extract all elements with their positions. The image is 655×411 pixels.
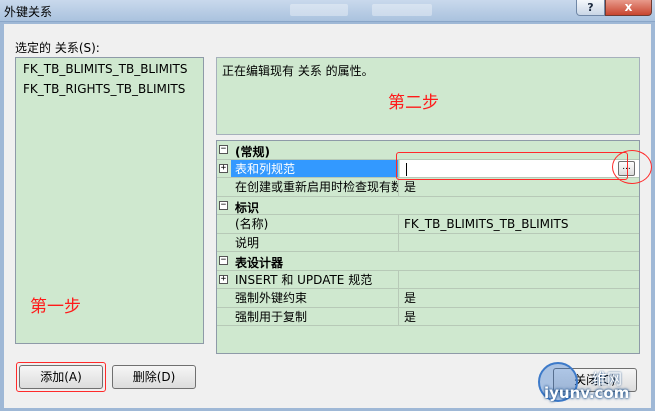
step2-annotation: 第二步 — [388, 93, 439, 113]
title-bar: 外键关系 ? x — [0, 0, 655, 22]
property-value[interactable]: FK_TB_BLIMITS_TB_BLIMITS — [400, 215, 639, 233]
add-button[interactable]: 添加(A) — [19, 365, 103, 389]
title-bar-background-tab — [372, 4, 432, 16]
category-label: (常规) — [235, 145, 270, 159]
property-value[interactable]: 是 — [400, 289, 639, 307]
property-name: 表和列规范 — [231, 159, 399, 177]
collapse-icon[interactable]: − — [219, 200, 228, 210]
property-value[interactable]: 是 — [400, 308, 639, 326]
property-name: (名称) — [231, 215, 399, 233]
foreign-key-dialog: 选定的 关系(S): FK_TB_BLIMITS_TB_BLIMITS FK_T… — [4, 24, 651, 408]
list-item[interactable]: FK_TB_BLIMITS_TB_BLIMITS — [16, 60, 203, 78]
category-label: 表设计器 — [235, 256, 284, 270]
property-value[interactable] — [400, 271, 639, 289]
property-row-enforce-fk[interactable]: 强制外键约束 是 — [217, 289, 639, 308]
property-name: 强制外键约束 — [231, 289, 399, 307]
step1-annotation: 第一步 — [30, 297, 81, 317]
property-row-check-existing[interactable]: 在创建或重新启用时检查现有数 是 — [217, 178, 639, 197]
expand-icon[interactable]: + — [219, 163, 228, 173]
window-close-button[interactable]: x — [605, 0, 652, 16]
selected-relations-label: 选定的 关系(S): — [15, 41, 100, 55]
property-name: 说明 — [231, 233, 399, 251]
category-table-designer[interactable]: − 表设计器 — [217, 252, 639, 271]
list-item[interactable]: FK_TB_RIGHTS_TB_BLIMITS — [16, 80, 203, 98]
property-name: 强制用于复制 — [231, 307, 399, 325]
category-identity[interactable]: − 标识 — [217, 197, 639, 215]
property-name: INSERT 和 UPDATE 规范 — [231, 270, 399, 288]
property-row-enforce-replication[interactable]: 强制用于复制 是 — [217, 307, 639, 326]
category-label: 标识 — [235, 200, 260, 215]
property-value[interactable] — [400, 234, 639, 252]
property-row-description[interactable]: 说明 — [217, 233, 639, 252]
title-bar-background-tab — [290, 4, 348, 16]
collapse-icon[interactable]: − — [219, 256, 228, 265]
property-row-insert-update[interactable]: + INSERT 和 UPDATE 规范 — [217, 270, 639, 289]
window-title: 外键关系 — [4, 5, 53, 19]
collapse-icon[interactable]: − — [219, 145, 228, 154]
property-value[interactable]: 是 — [400, 178, 639, 196]
property-row-name[interactable]: (名称) FK_TB_BLIMITS_TB_BLIMITS — [217, 215, 639, 234]
highlight-circle — [612, 150, 652, 184]
close-button[interactable]: 关闭(C) — [553, 368, 637, 392]
help-button[interactable]: ? — [576, 0, 605, 16]
property-name: 在创建或重新启用时检查现有数 — [231, 178, 399, 196]
highlight-rectangle — [396, 152, 628, 180]
expand-icon[interactable]: + — [219, 274, 228, 284]
delete-button[interactable]: 删除(D) — [112, 365, 196, 389]
